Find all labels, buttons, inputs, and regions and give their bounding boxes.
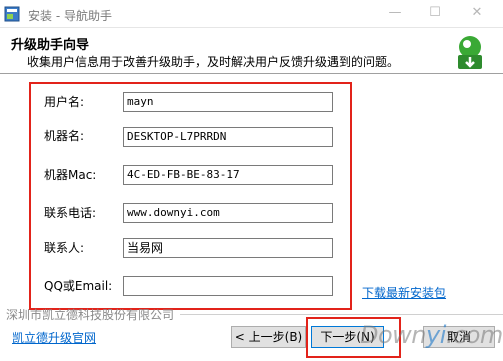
watermark: Downyi.com xyxy=(360,321,503,349)
company-name: 深圳市凯立德科技股份有限公司 xyxy=(6,308,175,322)
page-subtitle: 收集用户信息用于改善升级助手，及时解决用户反馈升级遇到的问题。 xyxy=(27,55,400,69)
window-title: 安装 - 导航助手 xyxy=(28,9,112,23)
installer-app-icon xyxy=(4,6,20,22)
minimize-button[interactable]: — xyxy=(380,2,410,24)
back-button[interactable]: < 上一步(B) xyxy=(231,326,306,348)
wizard-header: 升级助手向导 收集用户信息用于改善升级助手，及时解决用户反馈升级遇到的问题。 xyxy=(0,28,503,74)
download-installer-link[interactable]: 下载最新安装包 xyxy=(362,284,446,301)
maximize-button[interactable]: ☐ xyxy=(420,2,450,24)
watermark-part-a: Down xyxy=(360,321,427,349)
footer-divider xyxy=(180,314,503,315)
watermark-part-c: .com xyxy=(445,321,503,349)
close-button[interactable]: ✕ xyxy=(462,2,492,24)
title-bar: 安装 - 导航助手 — ☐ ✕ xyxy=(0,0,503,28)
watermark-part-b: yi xyxy=(426,321,446,349)
highlight-box-form xyxy=(29,82,352,310)
upgrade-assistant-logo-icon xyxy=(458,36,482,69)
page-title: 升级助手向导 xyxy=(11,38,90,53)
official-site-link[interactable]: 凯立德升级官网 xyxy=(12,329,96,346)
